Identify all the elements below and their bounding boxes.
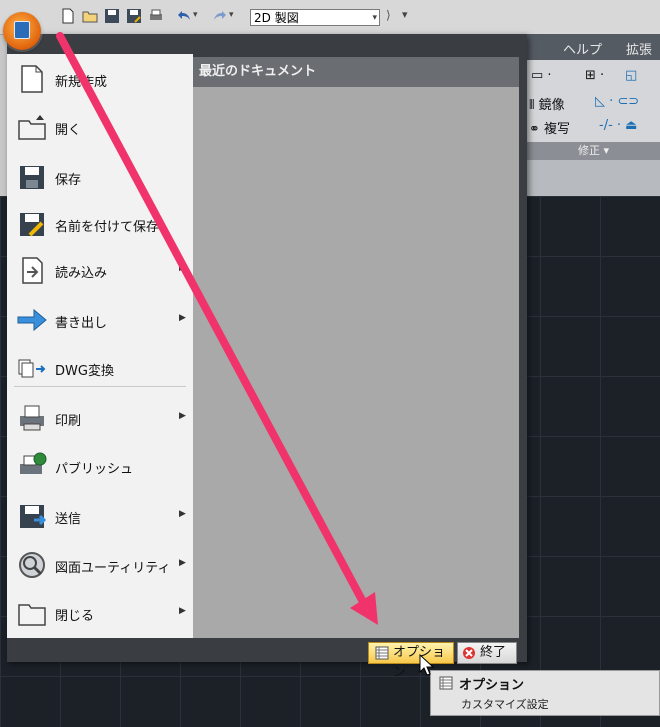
options-icon: [439, 676, 453, 690]
save-as-toolbar-icon[interactable]: [126, 8, 142, 24]
menu-item-label: 名前を付けて保存: [55, 220, 160, 235]
menu-item-open-folder[interactable]: 開く: [7, 104, 193, 150]
save-disk-icon: [20, 166, 44, 189]
stretch-tool-icon[interactable]: ▭ ·: [531, 68, 552, 83]
menu-item-label: 印刷: [55, 414, 82, 429]
menu-item-label: 図面ユーティリティ: [55, 561, 171, 576]
drawing-utilities-icon: [19, 552, 45, 578]
send-icon: [20, 505, 47, 528]
tab-extensions[interactable]: 拡張: [626, 39, 652, 58]
scale-tool-icon[interactable]: ◱: [625, 68, 637, 83]
copy-label: 複写: [544, 122, 571, 137]
ribbon-tabs: ヘルプ 拡張: [527, 34, 660, 60]
menu-item-label: 書き出し: [55, 316, 108, 331]
mirror-icon: ⫴: [529, 98, 535, 113]
submenu-arrow-icon: ▶: [179, 606, 186, 616]
close-folder-icon: [18, 604, 46, 626]
mirror-tool[interactable]: ⫴ 鏡像: [529, 94, 565, 113]
menu-separator: [14, 386, 186, 387]
menu-item-save-disk[interactable]: 保存: [7, 154, 193, 200]
menu-item-label: 保存: [55, 173, 82, 188]
submenu-arrow-icon: ▶: [179, 411, 186, 421]
menu-item-close-folder[interactable]: 閉じる ▶: [7, 590, 193, 636]
submenu-arrow-icon: ▶: [179, 313, 186, 323]
options-tooltip: オプション カスタマイズ設定: [430, 670, 660, 716]
save-icon[interactable]: [104, 8, 120, 24]
menu-item-new-document[interactable]: 新規作成: [7, 56, 193, 102]
workspace-select[interactable]: 2D 製図 ▾: [250, 9, 380, 26]
toolbar-divider-icon: ⟩: [386, 8, 391, 22]
options-icon: [375, 646, 389, 660]
fillet-tool-icon[interactable]: ◺ · ⊂⊃: [595, 94, 639, 109]
menu-item-printer[interactable]: 印刷 ▶: [7, 395, 193, 441]
exit-icon: [463, 647, 475, 659]
menu-item-label: パブリッシュ: [55, 462, 134, 477]
menu-item-export-arrow[interactable]: 書き出し ▶: [7, 297, 193, 343]
tooltip-description: カスタマイズ設定: [461, 698, 549, 711]
workspace-value: 2D 製図: [254, 11, 299, 25]
new-file-icon[interactable]: [60, 8, 76, 24]
app-logo-icon: [14, 21, 30, 39]
file-tabs-strip: [527, 160, 660, 196]
dwg-convert-icon: [18, 359, 46, 378]
redo-dropdown-icon[interactable]: ▾: [229, 10, 234, 20]
menu-item-label: 開く: [55, 123, 82, 138]
undo-dropdown-icon[interactable]: ▾: [193, 10, 198, 20]
menu-item-label: 閉じる: [55, 609, 95, 624]
menu-item-drawing-utilities[interactable]: 図面ユーティリティ ▶: [7, 542, 193, 588]
menu-item-label: 読み込み: [55, 266, 108, 281]
redo-icon[interactable]: [212, 8, 228, 24]
undo-icon[interactable]: [176, 8, 192, 24]
menu-item-save-as[interactable]: 名前を付けて保存: [7, 201, 193, 247]
menu-item-publish[interactable]: パブリッシュ: [7, 443, 193, 489]
open-folder-icon: [18, 115, 46, 140]
export-arrow-icon: [17, 308, 47, 332]
chevron-down-icon: ▾: [372, 13, 377, 23]
copy-icon: ⚭: [529, 122, 540, 137]
menu-item-dwg-convert[interactable]: DWG変換: [7, 345, 193, 391]
chevron-down-icon: ▾: [603, 144, 610, 157]
customize-toolbar-icon[interactable]: ▾: [402, 8, 408, 21]
trim-tool-icon[interactable]: -/- · ⏏: [599, 118, 637, 133]
recent-documents-header: 最近のドキュメント: [193, 57, 519, 87]
exit-label: 終了: [480, 645, 507, 660]
menu-item-import[interactable]: 読み込み ▶: [7, 247, 193, 293]
submenu-arrow-icon: ▶: [179, 263, 186, 273]
modify-panel-label: 修正: [577, 144, 600, 157]
import-icon: [22, 257, 43, 284]
recent-documents-panel: [193, 57, 519, 638]
exit-button[interactable]: 終了: [457, 642, 517, 664]
menu-item-label: 送信: [55, 512, 82, 527]
options-button[interactable]: オプション: [368, 642, 454, 680]
submenu-arrow-icon: ▶: [179, 509, 186, 519]
mirror-label: 鏡像: [538, 98, 565, 113]
menu-item-send[interactable]: 送信 ▶: [7, 493, 193, 539]
application-button[interactable]: [3, 12, 41, 50]
printer-icon: [20, 405, 44, 431]
save-as-icon: [20, 213, 44, 237]
ribbon-panel-title[interactable]: 修正 ▾: [527, 142, 660, 160]
menu-item-label: DWG変換: [55, 364, 114, 379]
publish-icon: [20, 452, 47, 474]
print-icon[interactable]: [148, 8, 164, 24]
tab-help[interactable]: ヘルプ: [563, 39, 602, 58]
open-icon[interactable]: [82, 8, 98, 24]
tooltip-title: オプション: [459, 678, 525, 693]
new-document-icon: [21, 65, 43, 93]
copy-tool[interactable]: ⚭ 複写: [529, 118, 570, 137]
submenu-arrow-icon: ▶: [179, 558, 186, 568]
menu-item-label: 新規作成: [55, 75, 108, 90]
array-tool-icon[interactable]: ⊞ ·: [585, 68, 604, 83]
quick-access-toolbar: ▾ ▾ 2D 製図 ▾ ⟩ ▾: [0, 0, 660, 35]
